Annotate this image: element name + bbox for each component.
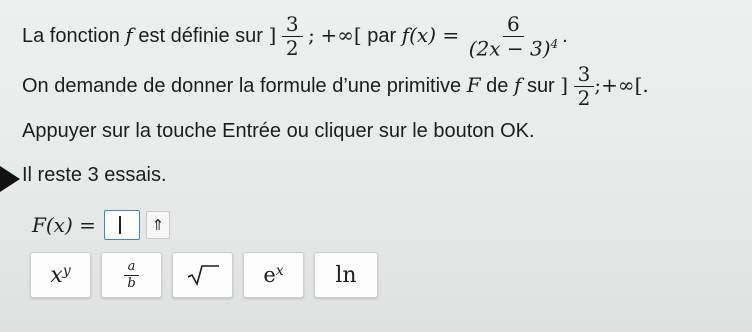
power-button[interactable]: xy (30, 252, 91, 298)
question-text: On demande de donner la formule d’une pr… (22, 74, 462, 97)
infinity-symbol: +∞ (320, 23, 354, 48)
text-caret (118, 216, 121, 234)
ln-label: ln (335, 262, 357, 288)
square-root-button[interactable] (172, 252, 233, 298)
question-text: sur (526, 74, 555, 97)
answer-label: F(x) = (32, 213, 96, 237)
function-symbol: f (513, 72, 522, 97)
exponential-button[interactable]: ex (243, 252, 304, 298)
question-text: de (486, 74, 509, 97)
question-text: La fonction (22, 25, 120, 48)
double-up-arrow-icon: ⇑ (151, 217, 165, 234)
interval-bracket: ] (560, 72, 569, 97)
primitive-symbol: F (466, 72, 481, 97)
fraction-denominator: (2x − 3)4 (465, 37, 562, 60)
exp-exponent: x (275, 263, 284, 279)
interval-fraction: 3 2 (281, 14, 303, 61)
function-symbol: f (125, 23, 133, 48)
math-toolbar: xy a b ex ln (30, 252, 378, 298)
current-attempt-marker-icon (0, 166, 20, 192)
instruction-text: Appuyer sur la touche Entrée ou cliquer … (22, 120, 535, 142)
fraction-numerator: a (123, 260, 140, 276)
fraction-denominator: 2 (285, 36, 299, 61)
exp-base: e (263, 263, 276, 287)
fraction-numerator: 3 (281, 14, 303, 38)
question-line-2: On demande de donner la formule d’une pr… (22, 64, 649, 109)
fraction-numerator: 6 (503, 14, 524, 37)
fraction-denominator: 2 (577, 86, 591, 110)
answer-input[interactable] (103, 210, 140, 240)
infinity-symbol: +∞ (601, 72, 635, 97)
question-text: . (562, 25, 568, 48)
interval-fraction: 3 2 (573, 64, 595, 110)
fraction-icon: a b (123, 260, 140, 291)
fraction-numerator: 3 (573, 64, 595, 87)
fraction-denominator: b (127, 275, 136, 291)
function-fraction: 6 (2x − 3)4 (465, 14, 562, 60)
ln-button[interactable]: ln (314, 252, 378, 298)
question-line-1: La fonction f est définie sur ] 3 2 ; +∞… (22, 14, 568, 60)
answer-row: F(x) = ⇑ (32, 208, 170, 242)
question-text: est définie sur (138, 25, 263, 48)
interval-bracket: [. (634, 72, 649, 97)
denominator-base: (2x − 3) (468, 36, 551, 61)
expand-keyboard-button[interactable]: ⇑ (145, 211, 170, 239)
fraction-button[interactable]: a b (101, 252, 162, 298)
question-text: par (367, 25, 397, 48)
function-definition: f(x) = (401, 23, 460, 48)
interval-bracket: ] (268, 23, 277, 48)
power-base: x (50, 262, 63, 288)
attempts-remaining: Il reste 3 essais. (22, 164, 167, 186)
square-root-icon (187, 265, 219, 287)
interval-bracket: [ (353, 23, 362, 48)
denominator-exponent: 4 (550, 37, 559, 51)
interval-separator: ; (308, 23, 315, 48)
power-exponent: y (62, 263, 71, 279)
